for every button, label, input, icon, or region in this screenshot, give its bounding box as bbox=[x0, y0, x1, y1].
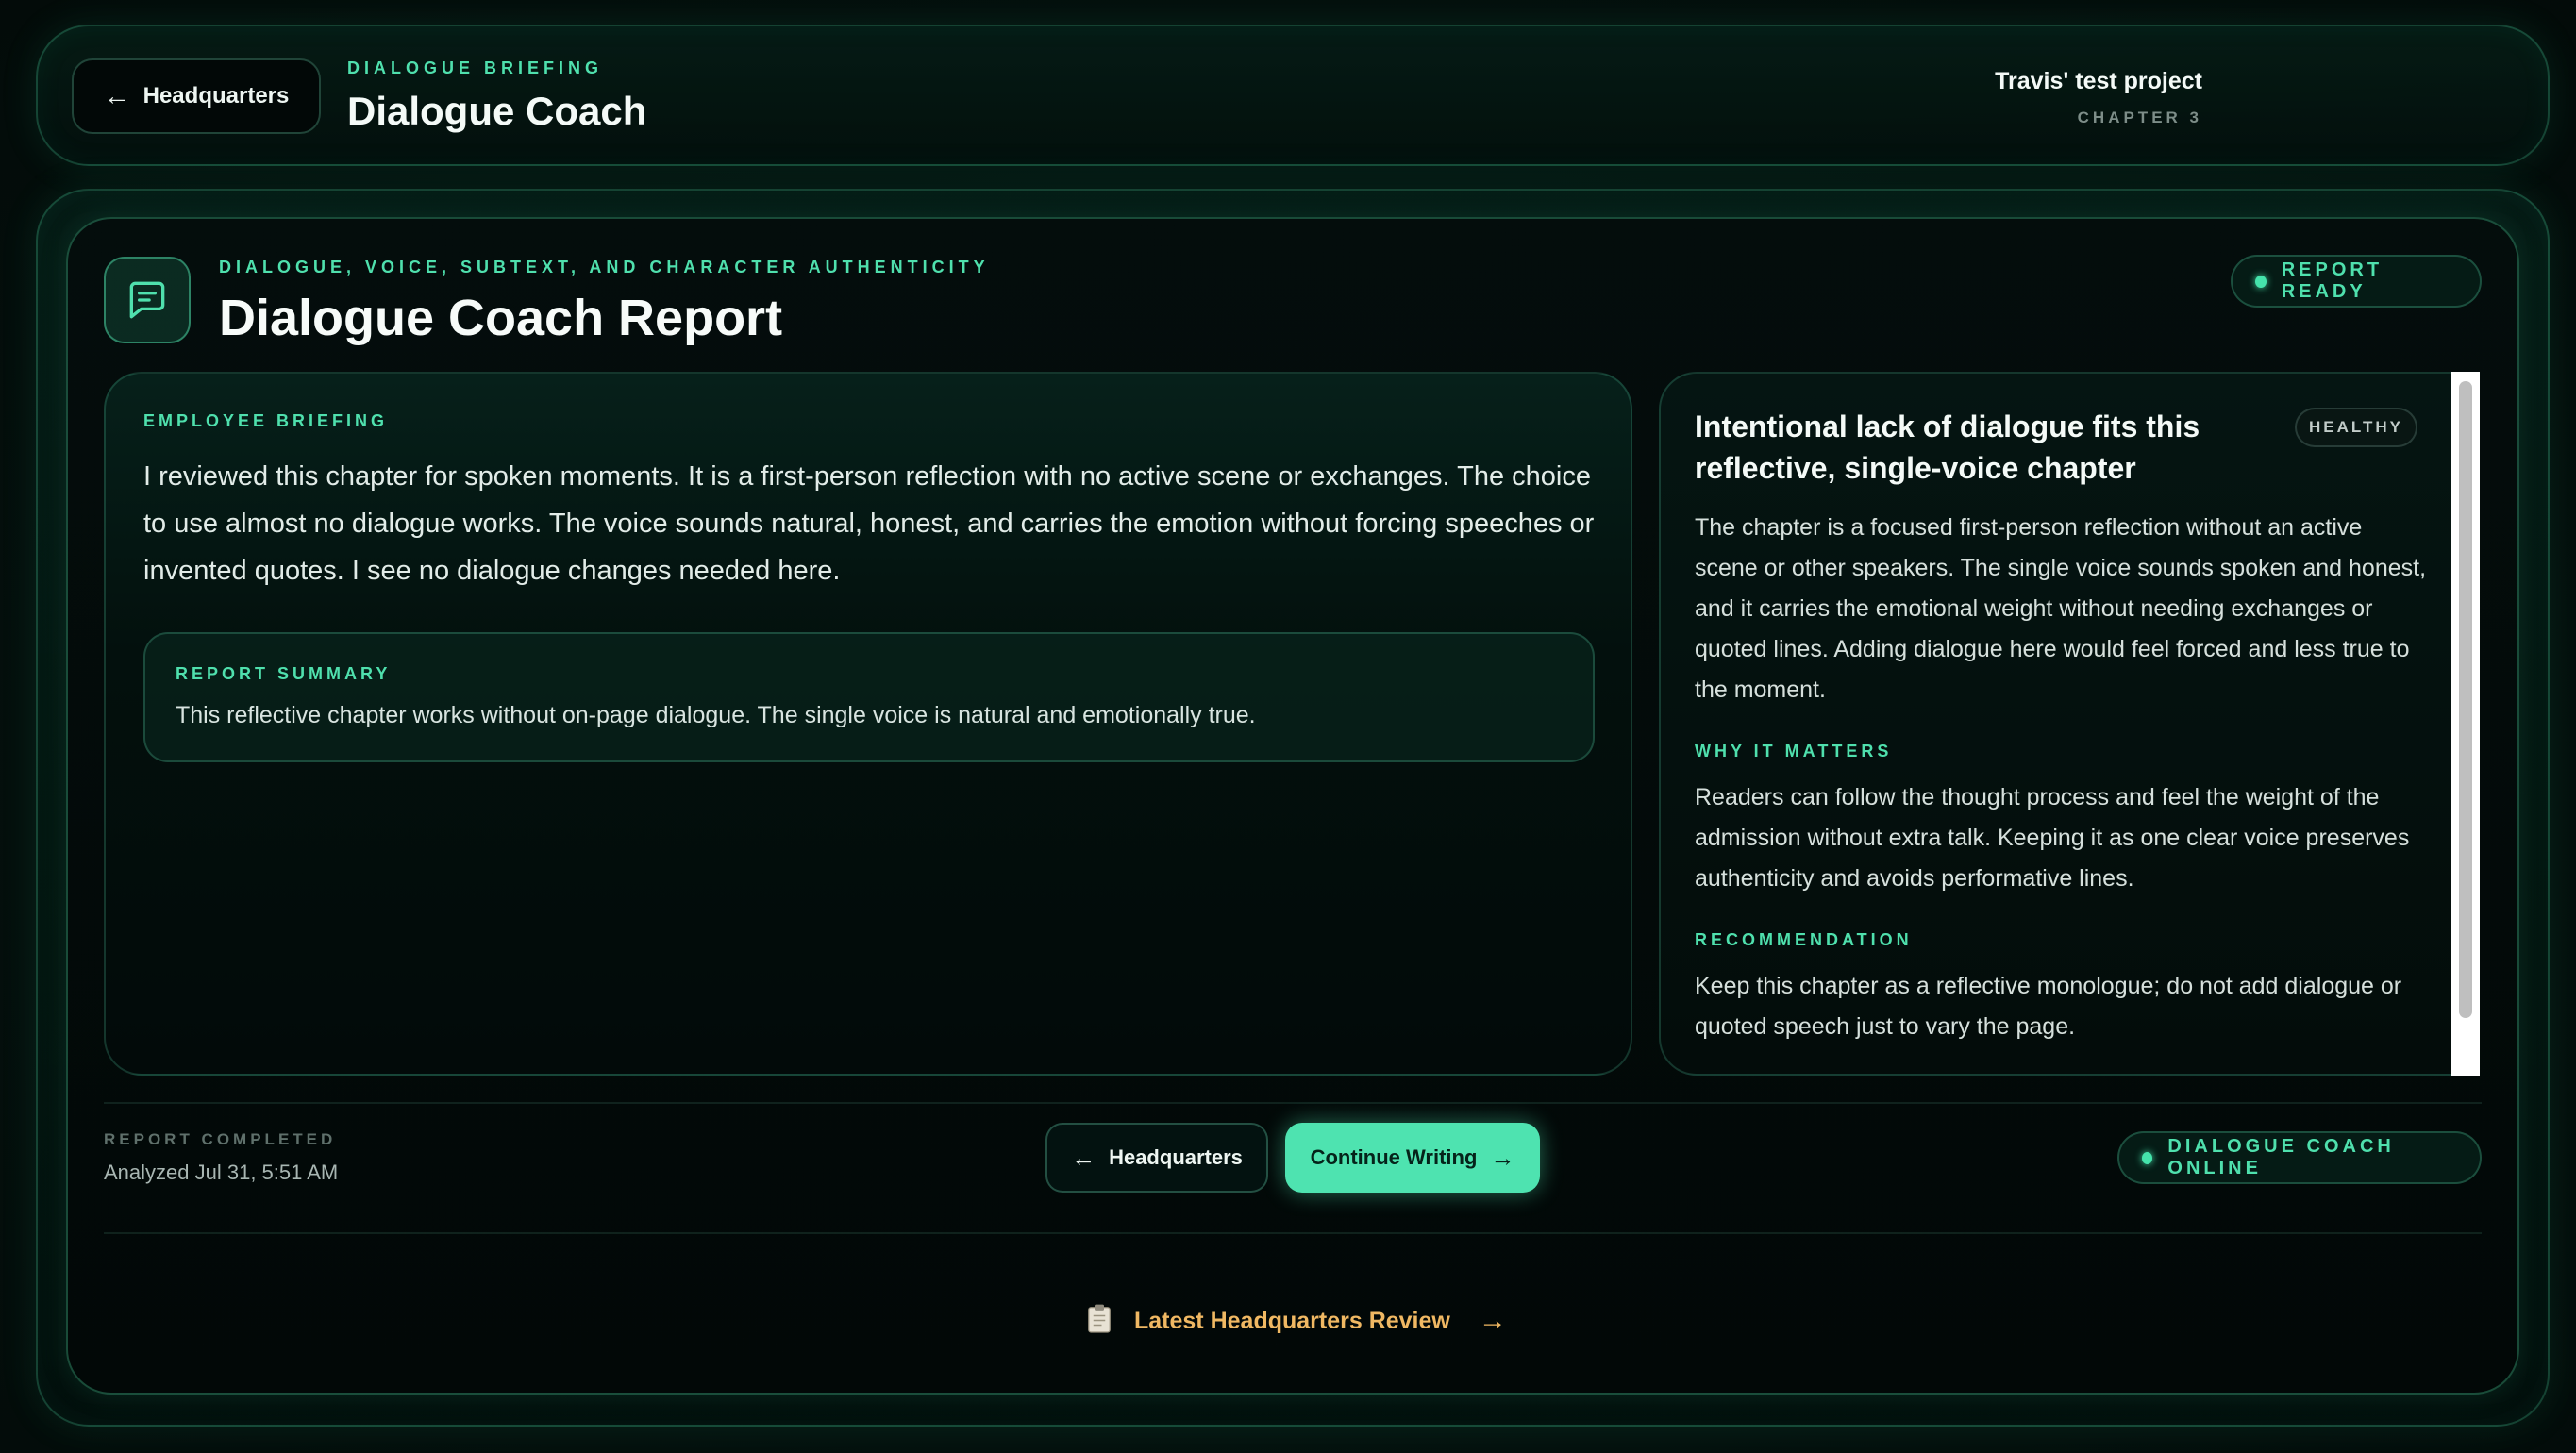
report-eyebrow: DIALOGUE, VOICE, SUBTEXT, AND CHARACTER … bbox=[219, 258, 990, 276]
footer-divider-top bbox=[104, 1102, 2482, 1104]
continue-writing-button[interactable]: Continue Writing → bbox=[1285, 1123, 1540, 1193]
report-completed-time: Analyzed Jul 31, 5:51 AM bbox=[104, 1161, 339, 1184]
coach-online-badge: DIALOGUE COACH ONLINE bbox=[2117, 1131, 2482, 1184]
arrow-left-icon: ← bbox=[103, 81, 130, 110]
arrow-right-icon: → bbox=[1478, 1305, 1507, 1336]
report-completed-label: REPORT COMPLETED bbox=[104, 1130, 337, 1148]
finding-heading: Intentional lack of dialogue fits this r… bbox=[1695, 409, 2200, 485]
report-title: Dialogue Coach Report bbox=[219, 290, 783, 346]
project-info: Travis' test project CHAPTER 3 bbox=[1995, 68, 2202, 127]
summary-label: REPORT SUMMARY bbox=[176, 664, 392, 683]
page-title: Dialogue Coach bbox=[347, 89, 647, 133]
continue-writing-label: Continue Writing bbox=[1310, 1145, 1478, 1169]
scrollbar-thumb[interactable] bbox=[2459, 381, 2472, 1018]
briefing-text: I reviewed this chapter for spoken momen… bbox=[143, 461, 1595, 586]
header-eyebrow: DIALOGUE BRIEFING bbox=[347, 58, 604, 77]
recommendation-label: RECOMMENDATION bbox=[1695, 930, 1913, 949]
coach-online-label: DIALOGUE COACH ONLINE bbox=[2167, 1136, 2395, 1178]
why-it-matters-label: WHY IT MATTERS bbox=[1695, 742, 1893, 760]
status-dot-icon bbox=[2255, 275, 2267, 288]
top-header: ← Headquarters DIALOGUE BRIEFING Dialogu… bbox=[36, 25, 2550, 166]
report-status-label: REPORT READY bbox=[2281, 259, 2384, 302]
finding-description: The chapter is a focused first-person re… bbox=[1695, 514, 2427, 703]
recommendation-text: Keep this chapter as a reflective monolo… bbox=[1695, 973, 2402, 1040]
footer-divider-bottom bbox=[104, 1232, 2482, 1234]
summary-text: This reflective chapter works without on… bbox=[176, 702, 1256, 728]
report-summary-card: REPORT SUMMARY This reflective chapter w… bbox=[143, 632, 1595, 762]
message-square-icon bbox=[104, 257, 191, 343]
arrow-left-icon: ← bbox=[1071, 1143, 1096, 1172]
report-ready-badge: REPORT READY bbox=[2231, 255, 2482, 308]
finding-panel: Intentional lack of dialogue fits this r… bbox=[1659, 372, 2480, 1076]
chapter-label: CHAPTER 3 bbox=[2077, 109, 2202, 126]
employee-briefing-panel: EMPLOYEE BRIEFING I reviewed this chapte… bbox=[104, 372, 1632, 1076]
latest-review-label: Latest Headquarters Review bbox=[1134, 1307, 1450, 1334]
healthy-badge: HEALTHY bbox=[2295, 408, 2417, 447]
latest-review-link[interactable]: Latest Headquarters Review → bbox=[1085, 1300, 1507, 1342]
headquarters-button-label: Headquarters bbox=[1109, 1145, 1243, 1169]
why-it-matters-text: Readers can follow the thought process a… bbox=[1695, 784, 2410, 892]
briefing-label: EMPLOYEE BRIEFING bbox=[143, 411, 389, 430]
arrow-right-icon: → bbox=[1490, 1143, 1515, 1172]
project-name: Travis' test project bbox=[1995, 68, 2202, 94]
back-button-label: Headquarters bbox=[142, 83, 290, 109]
headquarters-button[interactable]: ← Headquarters bbox=[1045, 1123, 1268, 1193]
clipboard-icon bbox=[1085, 1302, 1113, 1341]
finding-scrollbar[interactable] bbox=[2451, 372, 2480, 1076]
status-dot-icon bbox=[2142, 1151, 2153, 1164]
back-to-headquarters-button[interactable]: ← Headquarters bbox=[72, 58, 321, 134]
